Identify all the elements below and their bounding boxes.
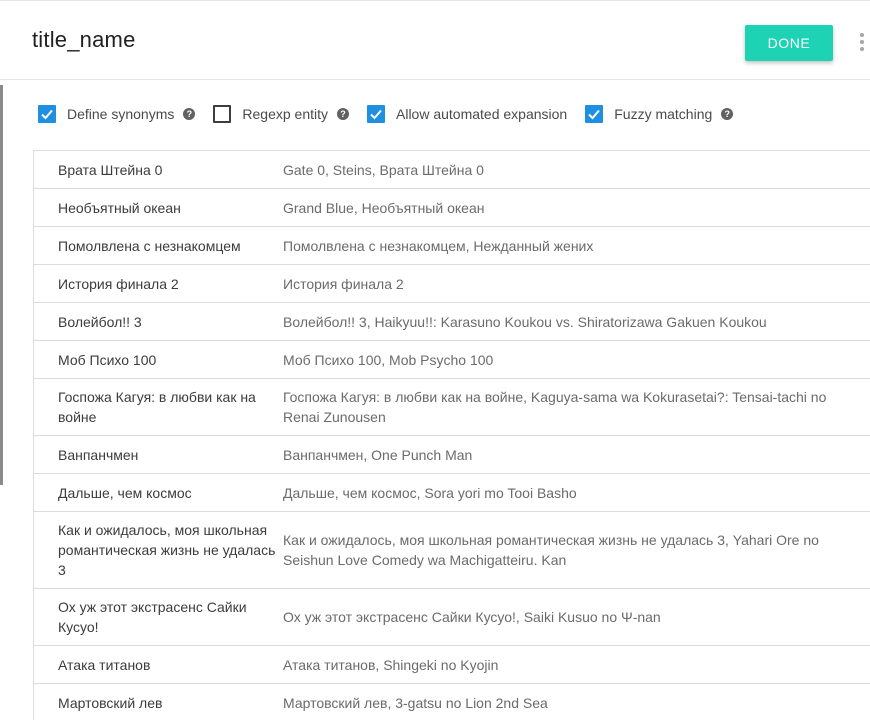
entry-reference-value[interactable]: Волейбол!! 3 bbox=[34, 312, 283, 332]
entry-reference-value[interactable]: Дальше, чем космос bbox=[34, 483, 283, 503]
entry-reference-value[interactable]: Моб Психо 100 bbox=[34, 350, 283, 370]
entry-reference-value[interactable]: Врата Штейна 0 bbox=[34, 160, 283, 180]
entry-synonyms[interactable]: Grand Blue, Необъятный океан bbox=[283, 198, 870, 218]
regexp-entity-checkbox[interactable] bbox=[213, 105, 232, 123]
help-icon[interactable]: ? bbox=[721, 108, 734, 120]
allow-automated-expansion-checkbox[interactable] bbox=[367, 105, 385, 123]
define-synonyms-label: Define synonyms bbox=[67, 106, 175, 122]
entry-synonyms[interactable]: История финала 2 bbox=[283, 274, 870, 294]
entry-synonyms[interactable]: Дальше, чем космос, Sora yori mo Tooi Ba… bbox=[283, 483, 870, 503]
option-regexp-entity[interactable]: Regexp entity ? bbox=[213, 105, 349, 123]
entry-synonyms[interactable]: Ох уж этот экстрасенс Сайки Кусуо!, Saik… bbox=[283, 607, 870, 627]
entry-reference-value[interactable]: Госпожа Кагуя: в любви как на войне bbox=[34, 387, 283, 427]
table-row[interactable]: Врата Штейна 0 Gate 0, Steins, Врата Ште… bbox=[34, 151, 870, 189]
entry-synonyms[interactable]: Ванпанчмен, One Punch Man bbox=[283, 445, 870, 465]
entry-synonyms[interactable]: Волейбол!! 3, Haikyuu!!: Karasuno Koukou… bbox=[283, 312, 870, 332]
entity-table: Врата Штейна 0 Gate 0, Steins, Врата Ште… bbox=[33, 150, 870, 720]
table-row[interactable]: Моб Психо 100 Моб Психо 100, Mob Psycho … bbox=[34, 341, 870, 379]
more-dot bbox=[860, 47, 864, 51]
entry-reference-value[interactable]: Мартовский лев bbox=[34, 693, 283, 713]
entry-synonyms[interactable]: Моб Психо 100, Mob Psycho 100 bbox=[283, 350, 870, 370]
entry-reference-value[interactable]: Как и ожидалось, моя школьная романтичес… bbox=[34, 520, 283, 580]
table-row[interactable]: Госпожа Кагуя: в любви как на войне Госп… bbox=[34, 379, 870, 436]
entry-reference-value[interactable]: Атака титанов bbox=[34, 655, 283, 675]
table-row[interactable]: Ох уж этот экстрасенс Сайки Кусуо! Ох уж… bbox=[34, 589, 870, 646]
entry-reference-value[interactable]: Помолвлена с незнакомцем bbox=[34, 236, 283, 256]
option-define-synonyms[interactable]: Define synonyms ? bbox=[38, 105, 196, 123]
entity-options: Define synonyms ? Regexp entity ? Allow … bbox=[38, 103, 751, 125]
entry-reference-value[interactable]: Необъятный океан bbox=[34, 198, 283, 218]
table-row[interactable]: Мартовский лев Мартовский лев, 3-gatsu n… bbox=[34, 684, 870, 720]
more-dot bbox=[860, 33, 864, 37]
entry-synonyms[interactable]: Мартовский лев, 3-gatsu no Lion 2nd Sea bbox=[283, 693, 870, 713]
done-button[interactable]: DONE bbox=[745, 25, 833, 61]
define-synonyms-checkbox[interactable] bbox=[38, 105, 56, 123]
entry-synonyms[interactable]: Помолвлена с незнакомцем, Нежданный жени… bbox=[283, 236, 870, 256]
entry-synonyms[interactable]: Gate 0, Steins, Врата Штейна 0 bbox=[283, 160, 870, 180]
entry-synonyms[interactable]: Атака титанов, Shingeki no Kyojin bbox=[283, 655, 870, 675]
more-dot bbox=[860, 40, 864, 44]
page-title: title_name bbox=[32, 27, 136, 52]
table-row[interactable]: Ванпанчмен Ванпанчмен, One Punch Man bbox=[34, 436, 870, 474]
header-bar: title_name DONE bbox=[0, 0, 870, 80]
fuzzy-matching-checkbox[interactable] bbox=[585, 105, 604, 123]
table-row[interactable]: Помолвлена с незнакомцем Помолвлена с не… bbox=[34, 227, 870, 265]
entry-reference-value[interactable]: Ох уж этот экстрасенс Сайки Кусуо! bbox=[34, 597, 283, 637]
scrollbar-rail[interactable] bbox=[0, 85, 3, 485]
table-row[interactable]: История финала 2 История финала 2 bbox=[34, 265, 870, 303]
option-fuzzy-matching[interactable]: Fuzzy matching ? bbox=[585, 105, 734, 123]
help-icon[interactable]: ? bbox=[337, 108, 349, 120]
allow-automated-expansion-label: Allow automated expansion bbox=[396, 106, 568, 122]
more-vert-icon[interactable] bbox=[854, 30, 870, 54]
table-row[interactable]: Необъятный океан Grand Blue, Необъятный … bbox=[34, 189, 870, 227]
fuzzy-matching-label: Fuzzy matching bbox=[614, 106, 713, 122]
entity-editor: title_name DONE Define synonyms ? Regexp… bbox=[0, 0, 870, 720]
help-icon[interactable]: ? bbox=[183, 108, 196, 120]
entry-reference-value[interactable]: История финала 2 bbox=[34, 274, 283, 294]
regexp-entity-label: Regexp entity bbox=[242, 106, 328, 122]
table-row[interactable]: Волейбол!! 3 Волейбол!! 3, Haikyuu!!: Ka… bbox=[34, 303, 870, 341]
entry-reference-value[interactable]: Ванпанчмен bbox=[34, 445, 283, 465]
option-allow-automated-expansion[interactable]: Allow automated expansion bbox=[367, 105, 567, 123]
entry-synonyms[interactable]: Как и ожидалось, моя школьная романтичес… bbox=[283, 530, 870, 570]
table-row[interactable]: Как и ожидалось, моя школьная романтичес… bbox=[34, 512, 870, 589]
entry-synonyms[interactable]: Госпожа Кагуя: в любви как на войне, Kag… bbox=[283, 387, 870, 427]
table-row[interactable]: Дальше, чем космос Дальше, чем космос, S… bbox=[34, 474, 870, 512]
table-row[interactable]: Атака титанов Атака титанов, Shingeki no… bbox=[34, 646, 870, 684]
